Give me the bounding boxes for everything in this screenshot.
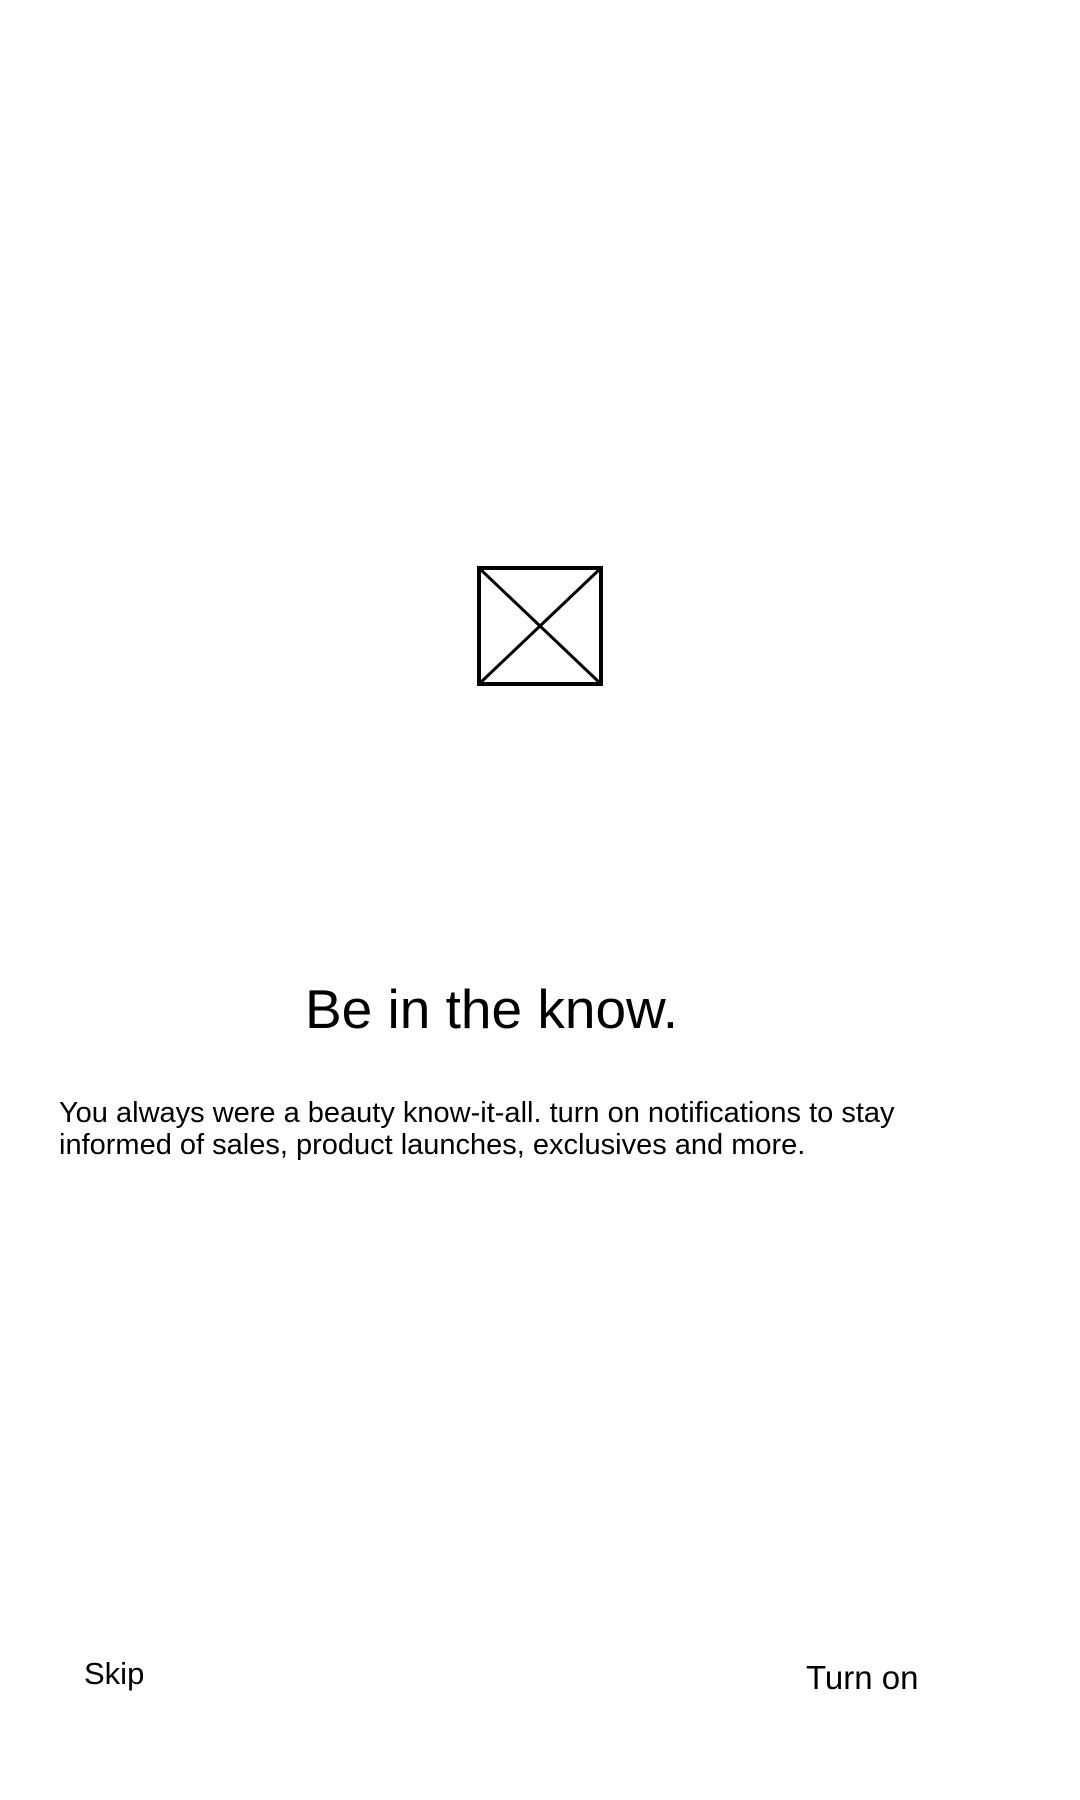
turn-on-notifications-button[interactable]: Turn on <box>806 1658 919 1698</box>
skip-button[interactable]: Skip <box>84 1654 144 1694</box>
notification-permission-screen: Be in the know. You always were a beauty… <box>0 0 1080 1800</box>
notification-description: You always were a beauty know-it-all. tu… <box>59 1097 895 1161</box>
page-title: Be in the know. <box>304 977 679 1040</box>
image-placeholder-icon <box>477 566 603 686</box>
